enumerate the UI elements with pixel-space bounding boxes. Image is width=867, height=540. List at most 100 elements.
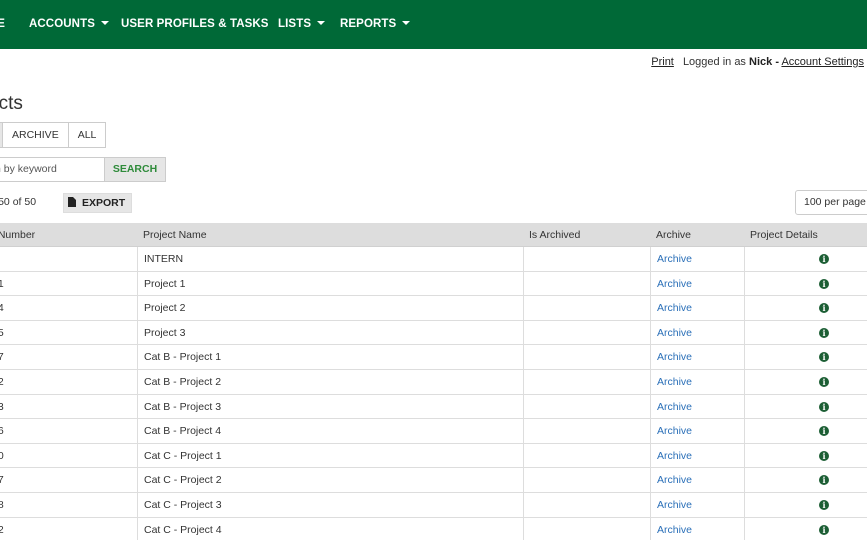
user-name: Nick <box>749 56 773 68</box>
is-archived <box>523 517 650 540</box>
project-number <box>0 247 137 271</box>
is-archived <box>523 271 650 296</box>
nav-user-profiles-label: USER PROFILES & TASKS <box>121 18 269 30</box>
nav-user-profiles-tasks[interactable]: USER PROFILES & TASKS <box>121 0 269 49</box>
archive-link[interactable]: Archive <box>657 450 692 462</box>
details-cell: i <box>744 443 867 468</box>
project-number: 68 <box>0 498 4 511</box>
table-row: 15 Project 3 Archive i <box>0 320 867 346</box>
table-row: 56 Cat B - Project 4 Archive i <box>0 419 867 444</box>
archive-link[interactable]: Archive <box>657 278 692 290</box>
info-circle-icon[interactable]: i <box>819 278 829 289</box>
nav-reports-label: REPORTS <box>340 18 397 30</box>
nav-home[interactable]: IE <box>0 0 5 49</box>
details-cell: i <box>744 369 867 394</box>
project-number: 17 <box>0 351 4 364</box>
column-header-number[interactable]: t Number <box>0 223 137 246</box>
details-cell: i <box>744 345 867 369</box>
details-cell: i <box>744 517 867 540</box>
is-archived <box>523 296 650 320</box>
archive-link[interactable]: Archive <box>657 253 692 265</box>
export-label: EXPORT <box>82 197 126 209</box>
filter-all-button[interactable]: ALL <box>67 122 107 148</box>
table-row: 60 Cat C - Project 1 Archive i <box>0 443 867 469</box>
archive-link[interactable]: Archive <box>657 425 692 437</box>
print-link[interactable]: Print <box>651 56 674 68</box>
search-input[interactable]: n by keyword <box>0 157 105 182</box>
is-archived <box>523 247 650 271</box>
info-circle-icon[interactable]: i <box>819 450 829 461</box>
column-header-archive[interactable]: Archive <box>650 223 744 246</box>
table-row: 72 Cat C - Project 4 Archive i <box>0 517 867 540</box>
table-row: 67 Cat C - Project 2 Archive i <box>0 468 867 493</box>
archive-cell: Archive <box>650 419 744 443</box>
column-header-details[interactable]: Project Details <box>744 223 867 246</box>
nav-accounts-label: ACCOUNTS <box>29 18 95 30</box>
nav-lists[interactable]: LISTS <box>278 0 326 49</box>
project-name: Cat C - Project 3 <box>137 492 523 517</box>
project-number: 53 <box>0 400 4 413</box>
info-circle-icon[interactable]: i <box>819 475 829 486</box>
nav-accounts[interactable]: ACCOUNTS <box>29 0 109 49</box>
project-name: Cat B - Project 3 <box>137 394 523 419</box>
archive-cell: Archive <box>650 443 744 468</box>
archive-cell: Archive <box>650 247 744 271</box>
details-cell: i <box>744 468 867 492</box>
column-header-is-archived[interactable]: Is Archived <box>523 223 650 246</box>
project-name: Cat B - Project 4 <box>137 419 523 443</box>
project-name: Cat C - Project 2 <box>137 468 523 492</box>
info-circle-icon[interactable]: i <box>819 303 829 314</box>
archive-link[interactable]: Archive <box>657 376 692 388</box>
details-cell: i <box>744 492 867 517</box>
archive-link[interactable]: Archive <box>657 499 692 511</box>
nav-reports[interactable]: REPORTS <box>340 0 411 49</box>
table-row: 14 Project 2 Archive i <box>0 296 867 321</box>
info-circle-icon[interactable]: i <box>819 376 829 387</box>
account-settings-link[interactable]: Account Settings <box>781 56 864 68</box>
chevron-down-icon <box>100 21 109 25</box>
table-row: 01 Project 1 Archive i <box>0 271 867 297</box>
info-circle-icon[interactable]: i <box>819 254 829 264</box>
top-navbar: IE ACCOUNTS USER PROFILES & TASKS LISTS … <box>0 0 867 49</box>
project-number: 01 <box>0 277 4 290</box>
details-cell: i <box>744 296 867 320</box>
info-circle-icon[interactable]: i <box>819 426 829 437</box>
search-button[interactable]: SEARCH <box>104 157 166 182</box>
archive-link[interactable]: Archive <box>657 327 692 339</box>
info-circle-icon[interactable]: i <box>819 499 829 510</box>
project-name: Cat C - Project 4 <box>137 517 523 540</box>
is-archived <box>523 345 650 369</box>
project-number: 42 <box>0 375 4 388</box>
projects-table: t Number Project Name Is Archived Archiv… <box>0 223 867 540</box>
document-icon <box>68 197 76 207</box>
table-row: 42 Cat B - Project 2 Archive i <box>0 369 867 395</box>
info-circle-icon[interactable]: i <box>819 524 829 535</box>
logged-in-text: Logged in as <box>682 56 746 68</box>
table-row: 53 Cat B - Project 3 Archive i <box>0 394 867 420</box>
table-row: INTERN Archive i <box>0 247 867 272</box>
archive-link[interactable]: Archive <box>657 302 692 314</box>
archive-link[interactable]: Archive <box>657 401 692 413</box>
chevron-down-icon <box>317 21 326 25</box>
table-row: 17 Cat B - Project 1 Archive i <box>0 345 867 370</box>
archive-cell: Archive <box>650 369 744 394</box>
info-circle-icon[interactable]: i <box>819 401 829 412</box>
project-number: 67 <box>0 474 4 487</box>
export-button[interactable]: EXPORT <box>63 193 132 213</box>
info-circle-icon[interactable]: i <box>819 352 829 363</box>
archive-link[interactable]: Archive <box>657 524 692 536</box>
details-cell: i <box>744 394 867 419</box>
filter-archive-button[interactable]: ARCHIVE <box>2 122 69 148</box>
project-name: Cat B - Project 1 <box>137 345 523 369</box>
is-archived <box>523 443 650 468</box>
details-cell: i <box>744 320 867 345</box>
column-header-name[interactable]: Project Name <box>137 223 523 246</box>
project-number: 15 <box>0 326 4 339</box>
details-cell: i <box>744 271 867 296</box>
per-page-select[interactable]: 100 per page <box>795 190 867 215</box>
filter-button-group: VE ARCHIVE ALL <box>0 122 107 148</box>
project-name: INTERN <box>137 247 523 271</box>
archive-link[interactable]: Archive <box>657 474 692 486</box>
info-circle-icon[interactable]: i <box>819 327 829 338</box>
archive-link[interactable]: Archive <box>657 351 692 363</box>
